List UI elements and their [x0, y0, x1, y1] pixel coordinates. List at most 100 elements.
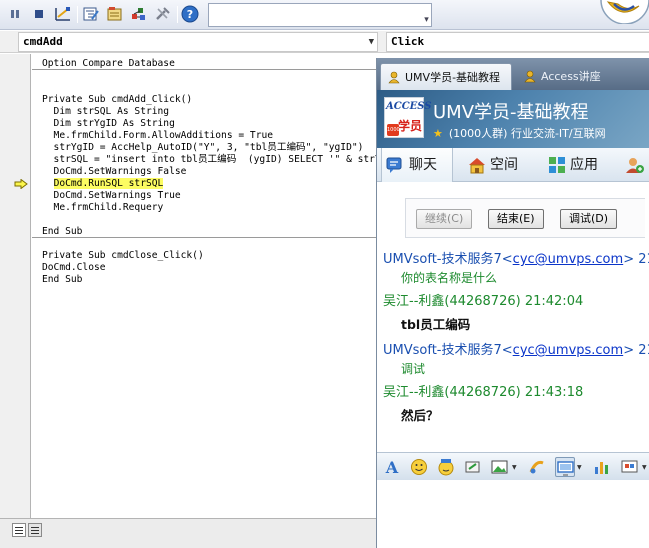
star-icon: ★ [433, 127, 443, 140]
message-time: 21:43:18 [524, 385, 584, 400]
tab-label: UMV学员-基础教程 [405, 71, 501, 84]
continue-button[interactable]: 继续(C) [416, 209, 473, 229]
message-time: > 21 [623, 343, 649, 358]
chat-nav: 聊天 空间 应用 [377, 148, 649, 182]
logo-text: ACCESS [386, 101, 432, 112]
shake-icon[interactable] [463, 457, 483, 477]
bird-logo-icon [600, 0, 649, 24]
code-line: Private Sub cmdAdd_Click() [42, 94, 193, 105]
smiley-icon[interactable] [409, 457, 429, 477]
logo-badge: 1000 [387, 124, 400, 136]
code-line: Option Compare Database [32, 58, 378, 70]
code-line: Dim strYgID As String [42, 118, 175, 129]
tab-access-lecture[interactable]: Access讲座 [517, 63, 627, 90]
group-avatar[interactable]: ACCESS 学员 1000 [384, 97, 432, 138]
sender-name: UMVsoft-技术服务7 [383, 343, 502, 358]
chat-window: UMV学员-基础教程 Access讲座 ACCESS 学员 1000 UMV学员… [376, 58, 649, 548]
code-line: Private Sub cmdClose_Click() [42, 250, 204, 261]
message-text: 你的表名称是什么 [401, 271, 498, 285]
message-sender: 吴江--利鑫(44268726) 21:42:04 [383, 290, 583, 309]
help-icon[interactable]: ? [181, 5, 199, 23]
properties-icon[interactable] [106, 5, 124, 23]
code-line: DoCmd.Close [42, 262, 106, 273]
message-area[interactable]: 继续(C) 结束(E) 调试(D) UMVsoft-技术服务7<cyc@umvp… [377, 182, 649, 452]
logo-text: 学员 [398, 119, 423, 133]
nav-space[interactable]: 空间 [463, 148, 535, 182]
end-button[interactable]: 结束(E) [488, 209, 544, 229]
code-line: Me.frmChild.Requery [42, 202, 164, 213]
sender-name: 吴江--利鑫(44268726) [383, 294, 521, 309]
code-line: Dim strSQL As String [42, 106, 170, 117]
chevron-down-icon[interactable]: ▼ [369, 33, 374, 51]
magic-face-icon[interactable] [436, 457, 456, 477]
message-sender: 吴江--利鑫(44268726) 21:43:18 [383, 381, 583, 400]
chat-input-toolbar: A ▼ ▼ ▼ [377, 452, 649, 480]
group-subtitle: ★ (1000人群) 行业交流-IT/互联网 [433, 125, 606, 141]
toolbar-combo-box[interactable]: ▾ [208, 3, 432, 27]
message-time: 21:42:04 [524, 294, 584, 309]
chevron-down-icon[interactable]: ▼ [577, 464, 582, 471]
toolbar-overflow-icon[interactable]: ▾ [422, 14, 431, 26]
nav-apps[interactable]: 应用 [543, 148, 615, 182]
nav-chat[interactable]: 聊天 [381, 148, 453, 182]
code-view-bar [0, 518, 378, 548]
code-line: strSQL = "insert into tbl员工编码 (ygID) SEL… [53, 154, 378, 165]
procedure-combo-bar: cmdAdd ▼ Click [0, 31, 649, 53]
group-title: UMV学员-基础教程 [433, 102, 589, 123]
code-line: End Sub [32, 226, 378, 238]
tab-umv-basic[interactable]: UMV学员-基础教程 [380, 63, 512, 90]
chat-tab-bar: UMV学员-基础教程 Access讲座 [377, 58, 649, 90]
group-header: ACCESS 学员 1000 UMV学员-基础教程 ★ (1000人群) 行业交流… [377, 90, 649, 148]
design-mode-icon[interactable] [54, 5, 72, 23]
group-icon [388, 71, 400, 84]
screenshot-icon[interactable] [555, 457, 575, 477]
message-text: 然后？ [401, 408, 439, 423]
music-icon[interactable] [527, 457, 547, 477]
svg-text:A: A [385, 458, 399, 476]
code-line: strYgID = AccHelp_AutoID("Y", 3, "tbl员工编… [42, 142, 364, 153]
group-subtitle-text: (1000人群) 行业交流-IT/互联网 [448, 127, 606, 140]
toolbar-separator [77, 6, 78, 23]
object-combo[interactable]: cmdAdd ▼ [18, 32, 378, 52]
procedure-combo-value: Click [391, 35, 425, 48]
more-icon[interactable] [620, 457, 640, 477]
toolbox-icon[interactable] [154, 5, 172, 23]
message-input[interactable] [377, 480, 649, 548]
toolbar-separator [177, 6, 178, 23]
chevron-down-icon[interactable]: ▼ [512, 464, 517, 471]
font-icon[interactable]: A [382, 457, 402, 477]
message-text: tbl员工编码 [401, 317, 471, 332]
nav-label: 空间 [490, 157, 518, 173]
object-browser-icon[interactable] [130, 5, 148, 23]
code-editor[interactable]: Option Compare Database Private Sub cmdA… [32, 54, 378, 518]
nav-add-member[interactable] [621, 148, 649, 182]
chart-icon[interactable] [592, 457, 612, 477]
nav-label: 应用 [570, 157, 598, 173]
full-module-view-icon[interactable] [28, 523, 42, 537]
debug-button[interactable]: 调试(D) [560, 209, 618, 229]
message-sender: UMVsoft-技术服务7<cyc@umvps.com> 21 [383, 248, 649, 267]
pause-icon[interactable] [6, 5, 24, 23]
code-line: DoCmd.SetWarnings True [42, 190, 181, 201]
group-icon [524, 70, 536, 83]
sender-name: UMVsoft-技术服务7 [383, 252, 502, 267]
stop-icon[interactable] [30, 5, 48, 23]
execution-arrow-icon [14, 179, 28, 189]
procedure-view-icon[interactable] [12, 523, 26, 537]
sender-email-link[interactable]: cyc@umvps.com [513, 343, 624, 358]
object-combo-value: cmdAdd [23, 35, 63, 48]
margin-indicator-bar[interactable] [0, 54, 31, 518]
vba-toolbar: ? ▾ [0, 0, 649, 30]
svg-text:?: ? [187, 8, 193, 21]
apps-grid-icon [549, 157, 565, 173]
code-line: End Sub [42, 274, 83, 285]
procedure-combo[interactable]: Click [386, 32, 649, 52]
project-explorer-icon[interactable] [82, 5, 100, 23]
chevron-down-icon[interactable]: ▼ [642, 464, 647, 471]
highlighted-statement: DoCmd.RunSQL strSQL [53, 178, 164, 189]
image-icon[interactable] [490, 457, 510, 477]
sender-email-link[interactable]: cyc@umvps.com [513, 252, 624, 267]
tab-label: Access讲座 [541, 70, 601, 83]
